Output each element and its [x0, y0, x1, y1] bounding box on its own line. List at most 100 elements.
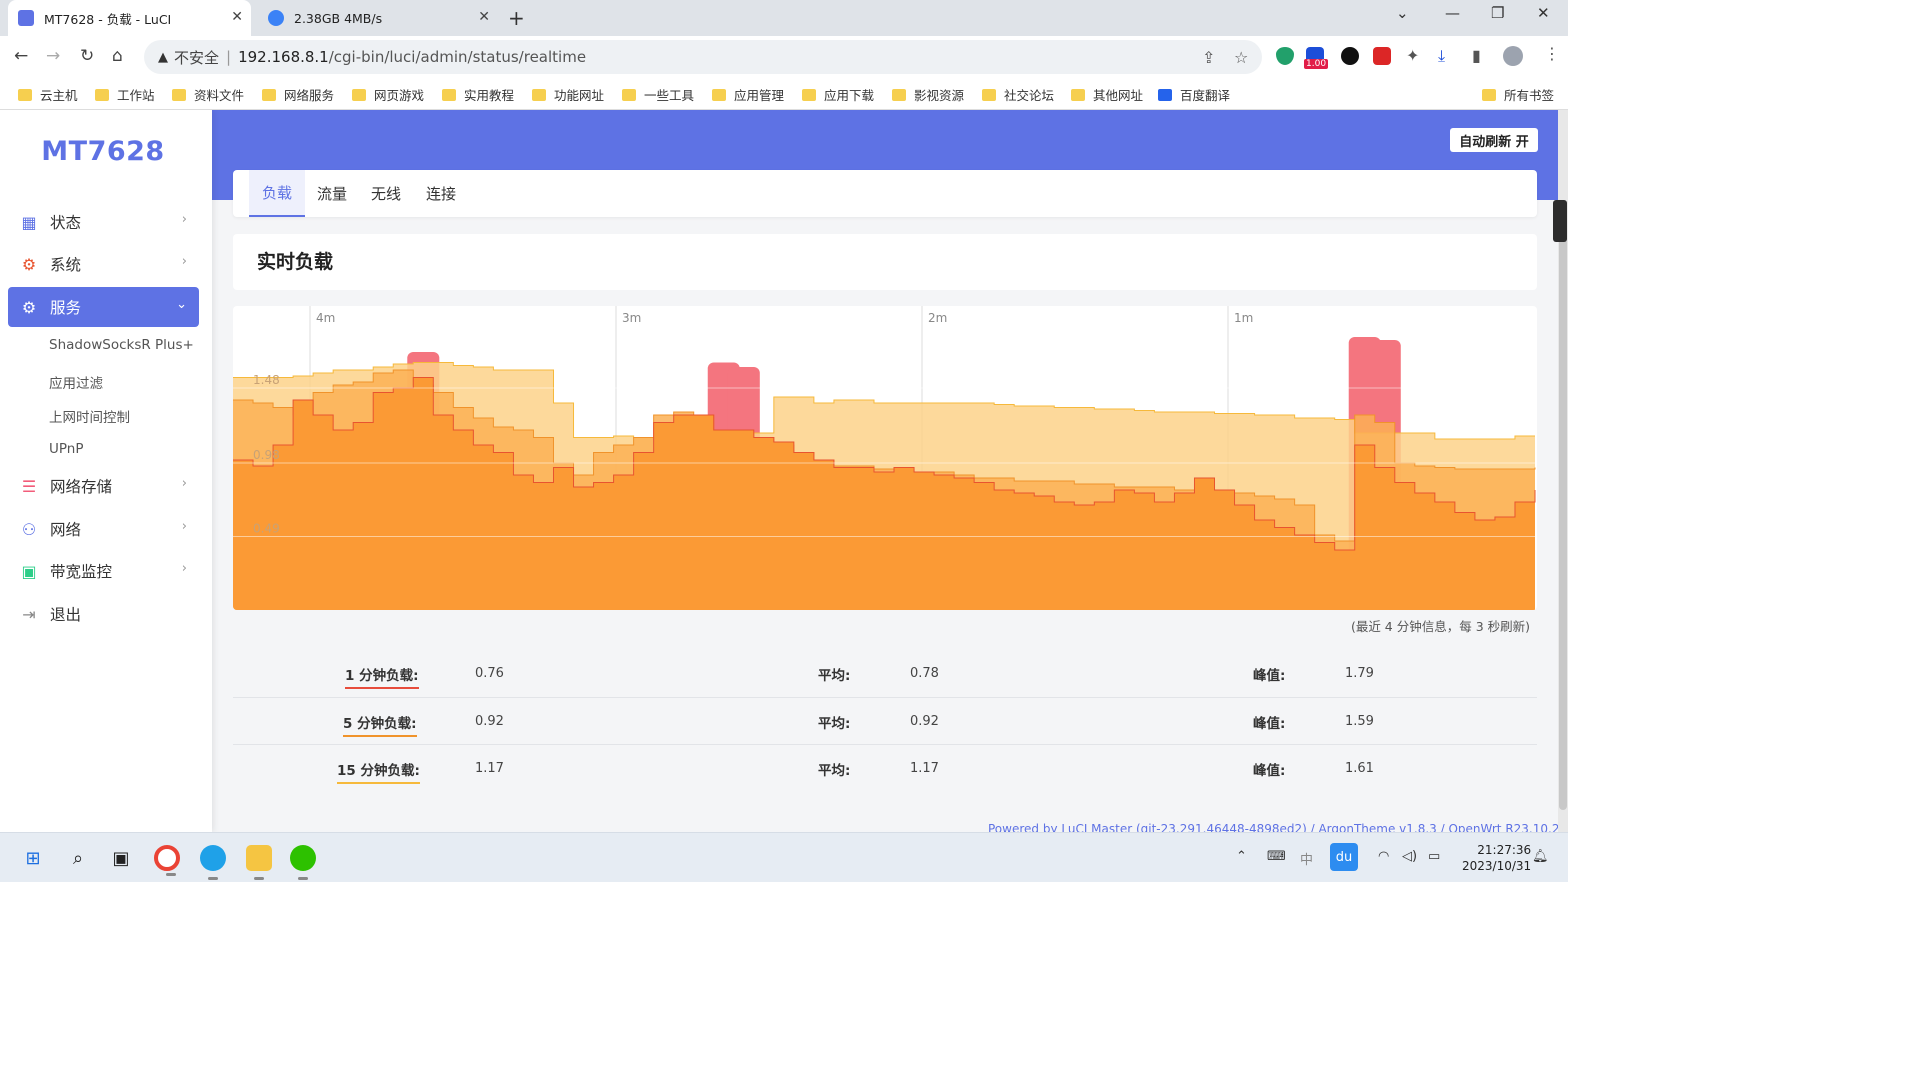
tray-chevron-up-icon[interactable]: ⌃	[1236, 849, 1247, 864]
tab-wireless[interactable]: 无线	[358, 170, 414, 217]
edge-icon[interactable]	[200, 845, 226, 880]
tab-connections[interactable]: 连接	[413, 170, 469, 217]
footer-credits[interactable]: Powered by LuCI Master (git-23.291.46448…	[988, 822, 1567, 832]
close-tab-icon[interactable]: ✕	[478, 9, 490, 25]
sidebar-item-bandwidth[interactable]: ▣ 带宽监控 ›	[8, 551, 199, 591]
content-tabs: 负载 流量 无线 连接	[233, 170, 1537, 217]
bookmark-item[interactable]: 云主机	[18, 85, 78, 104]
chart-y-label: 0.98	[253, 448, 280, 462]
avg-label: 平均:	[818, 716, 851, 732]
menu-kebab-icon[interactable]: ⋮	[1544, 44, 1560, 63]
bookmark-item[interactable]: 网络服务	[262, 85, 334, 104]
folder-icon	[262, 88, 276, 101]
keyboard-icon[interactable]: ⌨	[1267, 849, 1286, 864]
folder-icon	[892, 88, 906, 101]
auto-refresh-button[interactable]: 自动刷新 开	[1450, 128, 1538, 152]
folder-icon	[802, 88, 816, 101]
baidu-tray-icon[interactable]: du	[1330, 843, 1358, 871]
clock-date: 2023/10/31	[1462, 859, 1532, 873]
bookmark-item[interactable]: 应用下载	[802, 85, 874, 104]
reload-icon[interactable]: ↻	[80, 46, 94, 66]
puzzle-extensions-icon[interactable]: ✦	[1406, 46, 1419, 65]
dashboard-icon: ▦	[21, 212, 37, 232]
bookmark-item[interactable]: 网页游戏	[352, 85, 424, 104]
file-explorer-icon[interactable]	[246, 845, 272, 880]
shield-extension-icon[interactable]	[1276, 47, 1294, 65]
restore-button[interactable]: ❐	[1491, 4, 1504, 22]
submenu-app-filter[interactable]: 应用过滤	[49, 372, 103, 392]
bookmark-item[interactable]: 影视资源	[892, 85, 964, 104]
sidebar-item-system[interactable]: ⚙ 系统 ›	[8, 244, 199, 284]
folder-icon	[622, 88, 636, 101]
extension-badge-icon[interactable]: 1.00	[1304, 47, 1329, 69]
submenu-upnp[interactable]: UPnP	[49, 441, 83, 457]
folder-icon	[442, 88, 456, 101]
sidebar-item-network[interactable]: ⚇ 网络 ›	[8, 509, 199, 549]
forward-icon[interactable]: →	[46, 46, 60, 66]
volume-icon[interactable]: ◁)	[1402, 849, 1417, 864]
search-icon[interactable]: ⌕	[65, 845, 91, 871]
browser-tab-luci[interactable]: MT7628 - 负载 - LuCI ✕	[8, 0, 251, 36]
bookmark-item[interactable]: 实用教程	[442, 85, 514, 104]
close-tab-icon[interactable]: ✕	[231, 9, 243, 25]
gear-icon: ⚙	[21, 254, 37, 274]
submenu-time-control[interactable]: 上网时间控制	[49, 406, 130, 426]
notification-bell-icon[interactable]: 🔔︎	[1532, 849, 1549, 864]
minimize-button[interactable]: —	[1445, 4, 1460, 22]
bookmark-item[interactable]: 工作站	[95, 85, 155, 104]
wechat-icon[interactable]	[290, 845, 316, 880]
address-bar[interactable]: ▲ 不安全 | 192.168.8.1 /cgi-bin/luci/admin/…	[144, 40, 1262, 74]
sidebar-item-services[interactable]: ⚙ 服务 ⌄	[8, 287, 199, 327]
sidebar-item-storage[interactable]: ☰ 网络存储 ›	[8, 466, 199, 506]
chart-y-label: 1.48	[253, 373, 280, 387]
sidebar-item-status[interactable]: ▦ 状态 ›	[8, 202, 199, 242]
sidebar-item-label: 退出	[50, 606, 82, 624]
wifi-icon[interactable]: ◠	[1378, 849, 1389, 864]
browser-tab-traffic[interactable]: 2.38GB 4MB/s ✕	[258, 0, 498, 36]
submenu-ssr-plus[interactable]: ShadowSocksR Plus+	[49, 337, 194, 353]
mask-extension-icon[interactable]	[1341, 47, 1359, 65]
close-window-button[interactable]: ✕	[1537, 4, 1550, 22]
stat-label: 15 分钟负载:	[337, 759, 420, 784]
bookmark-item[interactable]: 应用管理	[712, 85, 784, 104]
chart-note: (最近 4 分钟信息，每 3 秒刷新)	[1350, 619, 1530, 634]
taskbar-clock[interactable]: 21:27:36 2023/10/31	[1462, 842, 1531, 874]
bookmark-star-icon[interactable]: ☆	[1234, 48, 1248, 67]
avatar[interactable]	[1503, 46, 1523, 66]
brand-logo[interactable]: MT7628	[0, 136, 206, 167]
folder-icon	[1482, 88, 1496, 101]
home-icon[interactable]: ⌂	[112, 46, 123, 66]
bookmark-item[interactable]: 其他网址	[1071, 85, 1143, 104]
sidepanel-icon[interactable]: ▮	[1472, 46, 1481, 65]
chevron-right-icon: ›	[181, 476, 187, 491]
share-icon[interactable]: ⇪	[1202, 48, 1215, 67]
sidebar-item-logout[interactable]: ⇥ 退出	[8, 594, 199, 634]
battery-icon[interactable]: ▭	[1428, 849, 1440, 864]
input-method-icon[interactable]: 中	[1300, 849, 1313, 868]
bookmark-item[interactable]: 资料文件	[172, 85, 244, 104]
sidebar-item-label: 服务	[50, 299, 82, 317]
tab-traffic[interactable]: 流量	[304, 170, 360, 217]
tab-load[interactable]: 负载	[249, 170, 306, 217]
bookmark-item[interactable]: 功能网址	[532, 85, 604, 104]
tab-title: MT7628 - 负载 - LuCI	[44, 11, 172, 27]
peak-label: 峰值:	[1253, 716, 1286, 732]
download-icon[interactable]: ⤓	[1438, 46, 1445, 66]
task-view-icon[interactable]: ▣	[108, 845, 134, 871]
chart-x-label: 1m	[1234, 311, 1253, 325]
new-tab-button[interactable]: +	[508, 6, 525, 30]
peak-label: 峰值:	[1253, 763, 1286, 779]
folder-icon	[172, 88, 186, 101]
tab-search-icon[interactable]: ⌄	[1396, 4, 1409, 22]
back-icon[interactable]: ←	[14, 46, 28, 66]
bookmark-item[interactable]: 一些工具	[622, 85, 694, 104]
scrollbar-thumb[interactable]	[1559, 200, 1567, 810]
windows-start-icon[interactable]: ⊞	[20, 845, 46, 871]
all-bookmarks[interactable]: 所有书签	[1482, 85, 1554, 104]
bookmark-item[interactable]: 社交论坛	[982, 85, 1054, 104]
stat-value: 0.76	[475, 666, 504, 681]
fe-extension-icon[interactable]	[1373, 47, 1391, 65]
chrome-icon[interactable]	[154, 845, 180, 876]
avg-value: 1.17	[910, 761, 939, 776]
bookmark-item[interactable]: 百度翻译	[1158, 85, 1230, 104]
